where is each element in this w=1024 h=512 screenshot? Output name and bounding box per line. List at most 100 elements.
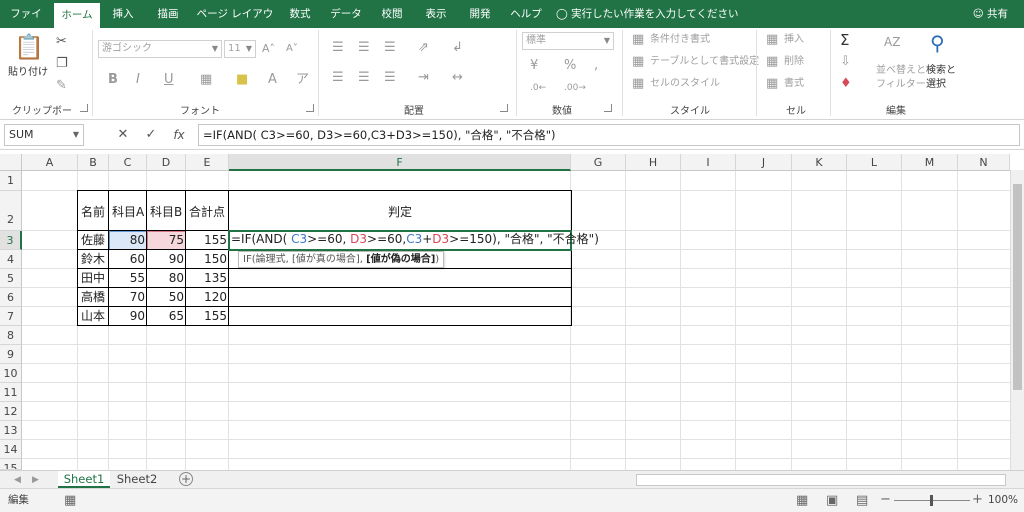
tab-developer[interactable]: 開発 — [462, 0, 498, 28]
wrap-text-icon[interactable]: ↲ — [452, 40, 463, 56]
paste-label[interactable]: 貼り付け — [8, 66, 48, 80]
table-cell-subject-b[interactable]: 80 — [147, 269, 186, 287]
font-name-dropdown[interactable]: 游ゴシック ▼ — [98, 40, 222, 58]
clipboard-launcher-icon[interactable] — [80, 104, 88, 112]
tab-data[interactable]: データ — [326, 0, 366, 28]
share-button[interactable]: ☺ 共有 — [973, 0, 1008, 28]
table-header-judgement[interactable]: 判定 — [229, 203, 571, 221]
column-header-c[interactable]: C — [109, 154, 147, 171]
row-header-2[interactable]: 2 — [0, 191, 22, 231]
align-middle-icon[interactable]: ☰ — [358, 40, 370, 56]
find-search-icon[interactable]: ⚲ — [930, 32, 945, 54]
format-cells-button[interactable]: 書式 — [784, 77, 804, 91]
row-header-5[interactable]: 5 — [0, 269, 22, 288]
add-sheet-icon[interactable]: + — [179, 472, 193, 486]
column-header-f[interactable]: F — [229, 154, 571, 171]
table-cell-total[interactable]: 120 — [186, 288, 229, 306]
font-launcher-icon[interactable] — [306, 104, 314, 112]
table-cell-name[interactable]: 山本 — [78, 307, 109, 325]
italic-icon[interactable]: I — [136, 72, 140, 88]
format-table-icon[interactable]: ▦ — [632, 54, 644, 70]
sort-filter-label-1[interactable]: 並べ替えと — [876, 64, 926, 78]
table-cell-subject-a[interactable]: 70 — [109, 288, 147, 306]
find-select-label-1[interactable]: 検索と — [926, 64, 956, 78]
table-header-subject-a[interactable]: 科目A — [109, 203, 147, 221]
table-cell-subject-b[interactable]: 50 — [147, 288, 186, 306]
merge-center-icon[interactable]: ↔ — [452, 70, 463, 86]
format-painter-icon[interactable]: ✎ — [56, 78, 67, 94]
sheet-tab-sheet1[interactable]: Sheet1 — [58, 471, 110, 488]
sheet-next-icon[interactable]: ▶ — [32, 471, 39, 489]
sort-filter-label-2[interactable]: フィルター — [876, 78, 926, 92]
insert-cells-icon[interactable]: ▦ — [766, 32, 778, 48]
column-header-k[interactable]: K — [792, 154, 847, 171]
insert-function-icon[interactable]: fx — [168, 124, 190, 146]
table-cell-name[interactable]: 鈴木 — [78, 250, 109, 268]
orientation-icon[interactable]: ⇗ — [418, 40, 429, 56]
align-right-icon[interactable]: ☰ — [384, 70, 396, 86]
tell-me-box[interactable]: ◯ 実行したい作業を入力してください — [556, 0, 738, 28]
paste-icon[interactable]: 📋 — [14, 34, 44, 60]
name-box[interactable]: SUM ▼ — [4, 124, 84, 146]
row-header-1[interactable]: 1 — [0, 171, 22, 191]
row-header-11[interactable]: 11 — [0, 383, 22, 402]
column-header-l[interactable]: L — [847, 154, 902, 171]
zoom-in-icon[interactable]: + — [972, 492, 983, 508]
enter-check-icon[interactable]: ✓ — [140, 124, 162, 146]
table-cell-total[interactable]: 155 — [186, 307, 229, 325]
fill-color-icon[interactable]: ■ — [236, 72, 248, 88]
cut-icon[interactable]: ✂ — [56, 34, 67, 50]
format-cells-icon[interactable]: ▦ — [766, 76, 778, 92]
normal-view-icon[interactable]: ▦ — [796, 493, 808, 509]
phonetic-icon[interactable]: ア — [296, 72, 309, 88]
row-header-10[interactable]: 10 — [0, 364, 22, 383]
table-header-name[interactable]: 名前 — [78, 203, 109, 221]
table-cell-subject-b[interactable]: 90 — [147, 250, 186, 268]
column-header-i[interactable]: I — [681, 154, 736, 171]
row-header-4[interactable]: 4 — [0, 250, 22, 269]
column-header-e[interactable]: E — [186, 154, 229, 171]
table-cell-name[interactable]: 佐藤 — [78, 231, 109, 249]
row-header-6[interactable]: 6 — [0, 288, 22, 307]
percent-icon[interactable]: % — [564, 58, 576, 74]
active-cell-editor[interactable]: =IF(AND( C3>=60, D3>=60,C3+D3>=150), "合格… — [228, 230, 599, 251]
row-header-3[interactable]: 3 — [0, 231, 22, 250]
tab-draw[interactable]: 描画 — [150, 0, 186, 28]
align-bottom-icon[interactable]: ☰ — [384, 40, 396, 56]
tab-page-layout[interactable]: ページ レイアウト — [196, 0, 274, 48]
insert-cells-button[interactable]: 挿入 — [784, 33, 804, 47]
table-cell-subject-a[interactable]: 80 — [109, 231, 147, 249]
font-grow-icon[interactable]: A˄ — [262, 41, 275, 57]
table-cell-total[interactable]: 155 — [186, 231, 229, 249]
select-all-corner[interactable] — [0, 154, 22, 171]
row-header-14[interactable]: 14 — [0, 440, 22, 459]
fill-icon[interactable]: ⇩ — [840, 54, 851, 70]
table-cell-subject-a[interactable]: 55 — [109, 269, 147, 287]
find-select-label-2[interactable]: 選択 — [926, 78, 946, 92]
zoom-level[interactable]: 100% — [988, 489, 1018, 512]
sheet-tab-sheet2[interactable]: Sheet2 — [112, 471, 162, 488]
zoom-out-icon[interactable]: − — [880, 492, 891, 508]
column-header-d[interactable]: D — [147, 154, 186, 171]
number-launcher-icon[interactable] — [604, 104, 612, 112]
comma-icon[interactable]: , — [594, 58, 598, 74]
row-header-8[interactable]: 8 — [0, 326, 22, 345]
delete-cells-button[interactable]: 削除 — [784, 55, 804, 69]
tab-file[interactable]: ファイル — [6, 0, 46, 48]
vertical-scroll-thumb[interactable] — [1013, 184, 1022, 390]
row-header-9[interactable]: 9 — [0, 345, 22, 364]
currency-icon[interactable]: ¥ — [530, 58, 538, 74]
format-as-table-button[interactable]: テーブルとして書式設定 — [650, 55, 759, 69]
column-header-a[interactable]: A — [22, 154, 78, 171]
underline-icon[interactable]: U — [164, 72, 174, 88]
indent-icon[interactable]: ⇥ — [418, 70, 429, 86]
font-size-dropdown[interactable]: 11 ▼ — [224, 40, 256, 58]
cell-styles-button[interactable]: セルのスタイル — [650, 77, 720, 91]
vertical-scrollbar[interactable] — [1010, 170, 1024, 470]
column-header-j[interactable]: J — [736, 154, 792, 171]
table-cell-total[interactable]: 135 — [186, 269, 229, 287]
table-header-total[interactable]: 合計点 — [186, 203, 229, 221]
tab-view[interactable]: 表示 — [418, 0, 454, 28]
macro-record-icon[interactable]: ▦ — [64, 493, 76, 509]
table-cell-subject-a[interactable]: 60 — [109, 250, 147, 268]
